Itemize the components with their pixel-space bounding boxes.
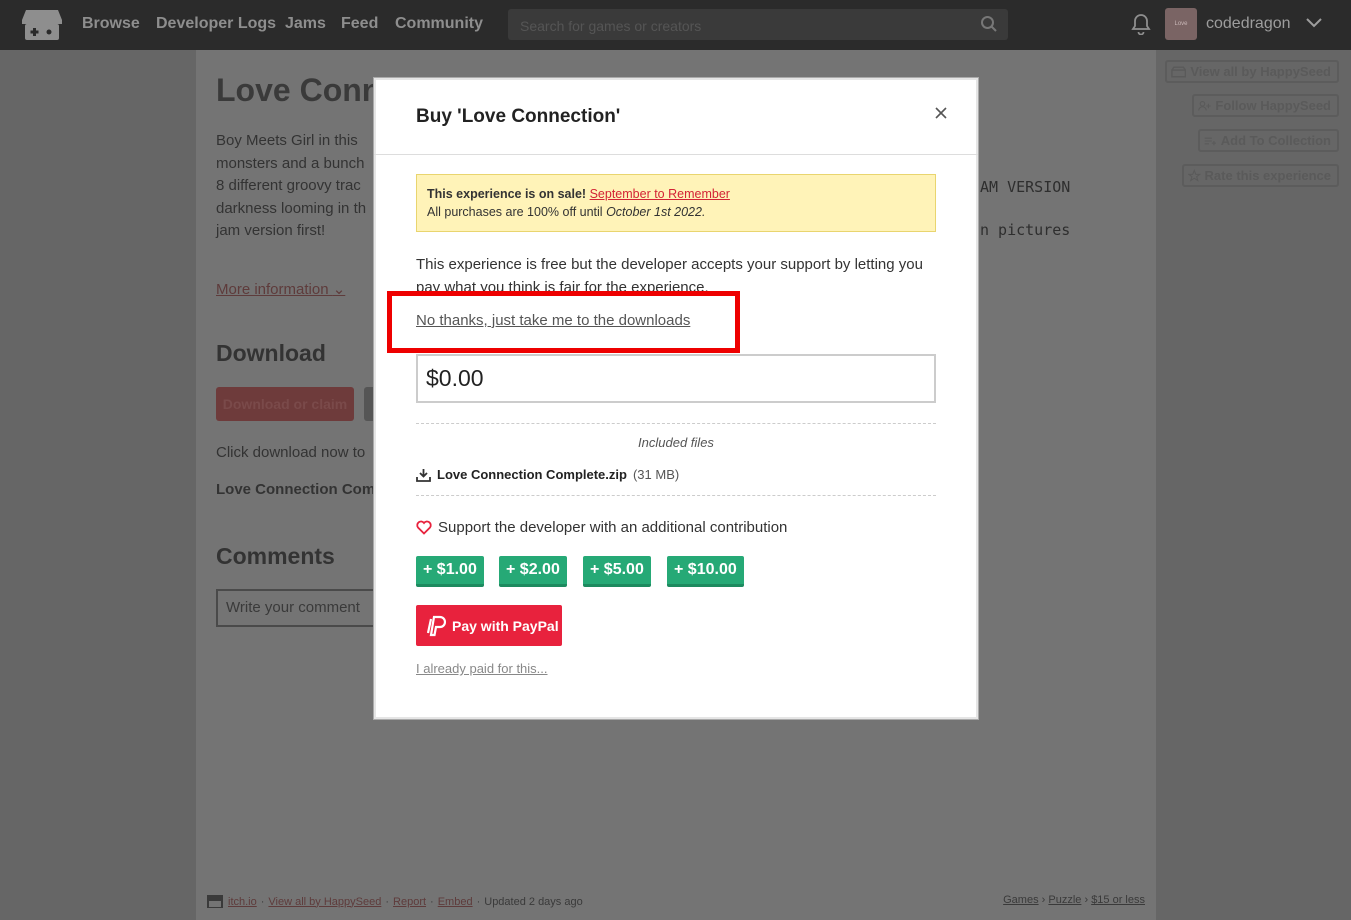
purchase-dialog: Buy 'Love Connection' This experience is… bbox=[373, 77, 979, 720]
divider bbox=[416, 423, 936, 424]
footer-tags: Games › Puzzle › $15 or less bbox=[1003, 894, 1145, 906]
description-text-line: AM VERSION bbox=[980, 178, 1071, 196]
plus-icon: + bbox=[674, 561, 684, 578]
download-instructions: Click download now to bbox=[216, 444, 366, 461]
add-to-list-icon bbox=[1204, 137, 1217, 145]
nav-feed-link[interactable]: Feed bbox=[341, 15, 378, 33]
footer-separator: · bbox=[260, 895, 265, 908]
support-text: Support the developer with an additional… bbox=[438, 519, 788, 536]
download-or-claim-button[interactable]: Download or claim bbox=[216, 387, 354, 421]
already-paid-link[interactable]: I already paid for this... bbox=[416, 661, 548, 676]
comment-input[interactable]: Write your comment bbox=[216, 589, 376, 627]
plus-icon: + bbox=[506, 561, 516, 578]
sale-notice: This experience is on sale! September to… bbox=[416, 174, 936, 232]
heart-icon bbox=[416, 520, 432, 535]
included-file-item: Love Connection Complete.zip (31 MB) bbox=[416, 467, 679, 482]
search-icon[interactable] bbox=[980, 15, 998, 33]
footer-tag-price[interactable]: $15 or less bbox=[1091, 894, 1145, 906]
itchio-logo-icon bbox=[207, 895, 223, 908]
file-name: Love Connection Complete.zip bbox=[437, 467, 627, 482]
rate-label: Rate this experience bbox=[1204, 168, 1331, 183]
footer-updated-text: Updated 2 days ago bbox=[484, 895, 583, 908]
game-description: Boy Meets Girl in this monsters and a bu… bbox=[216, 132, 367, 239]
top-navigation: Browse Developer Logs Jams Feed Communit… bbox=[0, 0, 1351, 50]
footer-embed-link[interactable]: Embed bbox=[438, 896, 473, 908]
add-10-dollar-button[interactable]: + $10.00 bbox=[667, 556, 744, 587]
description-text-line: n pictures bbox=[980, 221, 1071, 239]
chevron-down-icon[interactable] bbox=[1305, 16, 1323, 30]
download-icon bbox=[416, 468, 431, 482]
sale-description: All purchases are 100% off until bbox=[427, 205, 603, 219]
dialog-header: Buy 'Love Connection' bbox=[374, 78, 978, 155]
view-all-by-developer-button[interactable]: View all by HappySeed bbox=[1165, 60, 1339, 83]
included-files-label: Included files bbox=[638, 435, 714, 450]
add-user-icon bbox=[1198, 100, 1211, 111]
add-5-dollar-button[interactable]: + $5.00 bbox=[583, 556, 651, 587]
file-size: (31 MB) bbox=[632, 467, 680, 482]
store-icon bbox=[1171, 65, 1187, 78]
search-bar bbox=[508, 9, 1008, 42]
tip-amount: $2.00 bbox=[519, 561, 560, 578]
plus-icon: + bbox=[590, 561, 600, 578]
download-file-name: Love Connection Com bbox=[216, 481, 376, 498]
footer-separator: · bbox=[476, 895, 481, 908]
nav-jams-link[interactable]: Jams bbox=[285, 15, 326, 33]
dialog-title: Buy 'Love Connection' bbox=[416, 106, 621, 127]
rate-experience-button[interactable]: Rate this experience bbox=[1182, 164, 1339, 187]
footer-site-link[interactable]: itch.io bbox=[228, 896, 257, 908]
itchio-logo-icon[interactable] bbox=[22, 8, 62, 42]
username-label[interactable]: codedragon bbox=[1206, 15, 1291, 33]
follow-developer-button[interactable]: Follow HappySeed bbox=[1192, 94, 1339, 117]
plus-icon: + bbox=[423, 561, 433, 578]
tip-amount: $10.00 bbox=[687, 561, 737, 578]
price-input[interactable] bbox=[416, 354, 936, 403]
sale-event-link[interactable]: September to Remember bbox=[590, 187, 730, 201]
more-information-label: More information bbox=[216, 281, 329, 298]
download-heading: Download bbox=[216, 340, 326, 366]
tip-amount: $1.00 bbox=[436, 561, 477, 578]
sale-prefix: This experience is on sale! bbox=[427, 187, 587, 201]
comments-heading: Comments bbox=[216, 543, 335, 569]
footer-separator: · bbox=[430, 895, 434, 908]
game-title: Love Conne bbox=[216, 72, 400, 108]
divider bbox=[416, 495, 936, 496]
page-footer: itch.io · View all by HappySeed · Report… bbox=[206, 894, 583, 909]
footer-view-all-link[interactable]: View all by HappySeed bbox=[268, 896, 381, 908]
paypal-icon bbox=[426, 615, 446, 636]
no-thanks-downloads-link[interactable]: No thanks, just take me to the downloads bbox=[416, 312, 690, 329]
star-icon bbox=[1188, 169, 1201, 182]
add-1-dollar-button[interactable]: + $1.00 bbox=[416, 556, 484, 587]
add-to-collection-button[interactable]: Add To Collection bbox=[1198, 129, 1339, 152]
avatar[interactable]: Love Connection bbox=[1165, 8, 1197, 40]
close-icon[interactable] bbox=[934, 106, 948, 120]
pay-with-paypal-button[interactable]: Pay with PayPal bbox=[416, 605, 562, 646]
nav-community-link[interactable]: Community bbox=[395, 15, 483, 33]
add-to-collection-label: Add To Collection bbox=[1220, 133, 1331, 148]
footer-tag-games[interactable]: Games bbox=[1003, 894, 1038, 906]
nav-devlogs-link[interactable]: Developer Logs bbox=[156, 15, 276, 33]
search-input[interactable] bbox=[518, 9, 962, 42]
paypal-label: Pay with PayPal bbox=[452, 617, 559, 634]
nav-browse-link[interactable]: Browse bbox=[82, 15, 140, 33]
view-all-label: View all by HappySeed bbox=[1190, 64, 1331, 79]
notification-bell-icon[interactable] bbox=[1131, 13, 1151, 35]
support-developer-row: Support the developer with an additional… bbox=[416, 519, 787, 536]
add-2-dollar-button[interactable]: + $2.00 bbox=[499, 556, 567, 587]
footer-report-link[interactable]: Report bbox=[393, 896, 426, 908]
tip-amount: $5.00 bbox=[603, 561, 644, 578]
follow-label: Follow HappySeed bbox=[1215, 98, 1331, 113]
chevron-down-icon: ⌄ bbox=[332, 281, 346, 298]
more-information-link[interactable]: More information ⌄ bbox=[216, 280, 345, 298]
sale-end-date: October 1st 2022. bbox=[606, 205, 706, 219]
footer-tag-puzzle[interactable]: Puzzle bbox=[1048, 894, 1081, 906]
footer-separator: · bbox=[385, 895, 390, 908]
